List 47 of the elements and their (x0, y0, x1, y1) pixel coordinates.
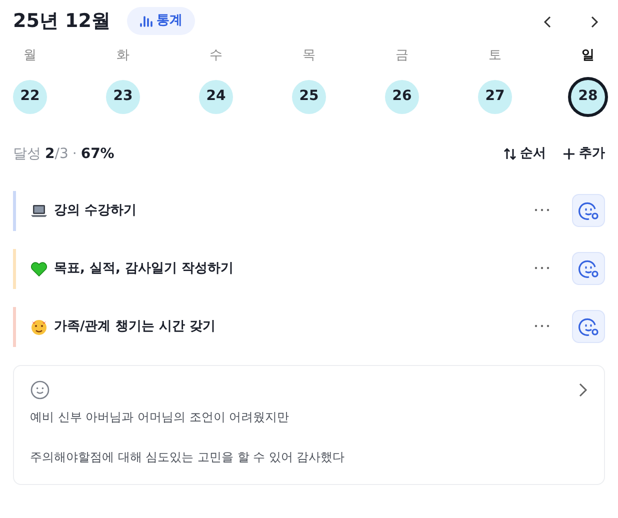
date-button[interactable]: 28 (571, 80, 605, 114)
smiling-face-icon (30, 318, 48, 336)
date-button[interactable]: 24 (199, 80, 233, 114)
weekday-label: 금 (396, 47, 408, 65)
plus-icon (562, 147, 576, 161)
smiley-icon (578, 200, 600, 222)
total-count: /3 (54, 144, 68, 164)
task-row[interactable]: 강의 수강하기 (13, 190, 605, 230)
summary-label: 달성 (13, 144, 41, 164)
chevron-right-icon (589, 14, 599, 29)
weekday-label: 화 (116, 47, 130, 65)
date-button[interactable]: 27 (478, 80, 512, 114)
more-icon (534, 266, 550, 270)
date-button[interactable]: 22 (13, 80, 47, 114)
add-emotion-button[interactable] (572, 252, 605, 285)
sort-icon (503, 147, 517, 161)
note-card[interactable]: 예비 신부 아버님과 어머님의 조언이 어려웠지만 주의해야할점에 대해 심도있는 고민을 할 수 있어 감사했다 (13, 364, 605, 484)
add-emotion-button[interactable] (572, 194, 605, 227)
note-text: 예비 신부 아버님과 어머님의 조언이 어려웠지만 (30, 408, 290, 426)
date-button[interactable]: 25 (292, 80, 326, 114)
add-emotion-button[interactable] (572, 310, 605, 343)
task-row[interactable]: 가족/관계 챙기는 시간 갖기 (13, 306, 605, 346)
weekday-label: 목 (302, 47, 316, 65)
weekday-label: 일 (582, 47, 594, 65)
stats-button[interactable]: 통계 (126, 7, 194, 35)
note-text: 주의해야할점에 대해 심도있는 고민을 할 수 있어 감사했다 (30, 448, 346, 466)
weekday-label: 토 (488, 47, 502, 65)
smiley-icon (578, 258, 600, 280)
bar-chart-icon (138, 14, 152, 28)
percent-text: 67% (80, 144, 114, 164)
sort-button[interactable]: 순서 (503, 144, 546, 164)
done-count: 2 (45, 144, 55, 164)
task-row[interactable]: 목표, 실적, 감사일기 작성하기 (13, 248, 605, 288)
month-title: 25년 12월 (13, 8, 110, 34)
smiley-icon (578, 316, 600, 338)
date-button[interactable]: 26 (385, 80, 419, 114)
weekday-label: 월 (24, 47, 36, 65)
chevron-left-icon (543, 14, 553, 29)
weekday-label: 수 (210, 47, 222, 65)
separator-dot: · (72, 144, 77, 164)
chevron-right-icon (578, 382, 588, 398)
smiley-icon (30, 380, 50, 400)
heart-icon (30, 260, 48, 278)
more-icon (534, 324, 550, 328)
more-icon (534, 208, 550, 212)
date-button[interactable]: 23 (106, 80, 140, 114)
add-button[interactable]: 추가 (562, 144, 605, 164)
